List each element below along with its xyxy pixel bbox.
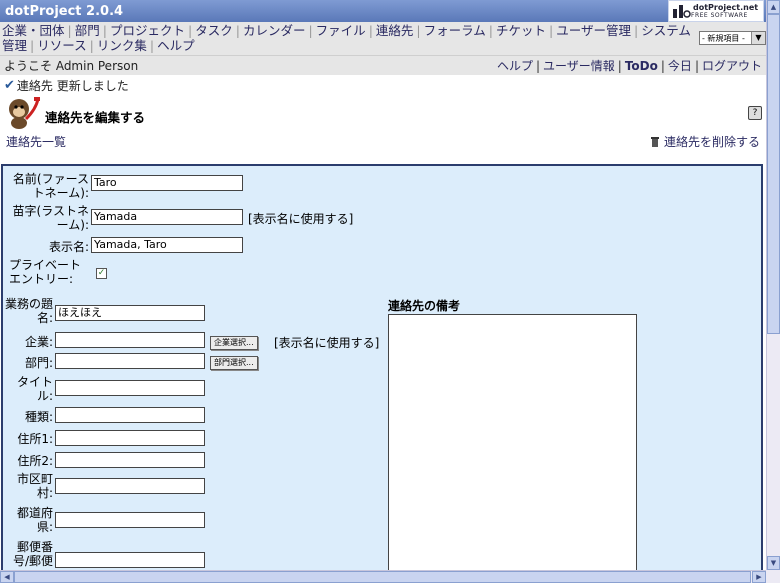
job-title-label: 業務の題名: [5,297,54,325]
main-nav: 企業・団体 | 部門 | プロジェクト | タスク | カレンダー | ファイル | 連絡先 | フォーラム… [0,22,766,56]
nav-item-companies[interactable]: 企業・団体 [2,23,65,38]
department-label: 部門: [24,356,53,370]
contacts-list-link[interactable]: 連絡先一覧 [6,133,66,150]
notes-textarea[interactable] [388,314,637,570]
nav-menu: 企業・団体 | 部門 | プロジェクト | タスク | カレンダー | ファイル | 連絡先 | フォーラム… [2,23,691,53]
city-label: 市区町村: [16,472,53,500]
welcome-text: ようこそ Admin Person [4,59,139,73]
company-label: 企業: [24,335,53,349]
vertical-scroll-thumb[interactable] [767,14,780,334]
help-link[interactable]: ヘルプ [497,59,533,73]
page-title: 連絡先を編集する [45,110,146,125]
state-input[interactable] [55,512,205,528]
checkmark-icon: ✔ [4,77,15,93]
status-message: ✔ 連絡先 更新しました [0,75,766,95]
todo-link[interactable]: ToDo [625,59,658,73]
scroll-left-icon[interactable]: ◀ [0,571,14,583]
state-label: 都道府県: [16,506,53,534]
title-input[interactable] [55,380,205,396]
zip-input[interactable] [55,552,205,568]
logout-link[interactable]: ログアウト [702,59,762,73]
select-company-button[interactable]: 企業選択... [210,336,258,350]
zip-label: 郵便番号/郵便 [12,540,53,568]
last-name-label: 苗字(ラストネーム): [12,204,89,232]
contact-edit-form: 名前(ファーストネーム): Taro 苗字(ラストネーム): Yamada [表… [1,164,763,570]
address2-label: 住所2: [17,454,53,468]
company-input[interactable] [55,332,205,348]
use-as-display-name-link[interactable]: [表示名に使用する] [248,210,353,227]
brand-name: dotProject.net [693,2,759,12]
nav-item-files[interactable]: ファイル [316,23,366,38]
last-name-input[interactable]: Yamada [91,209,243,225]
vertical-scrollbar[interactable]: ▲ ▼ [766,0,780,570]
type-input[interactable] [55,407,205,423]
first-name-label: 名前(ファーストネーム): [12,172,89,200]
brand-subtitle: FREE SOFTWARE [691,11,748,19]
dotproject-logo-icon [673,5,691,18]
scroll-down-icon[interactable]: ▼ [767,556,780,570]
display-name-input[interactable]: Yamada, Taro [91,237,243,253]
scroll-up-icon[interactable]: ▲ [767,0,780,14]
horizontal-scrollbar[interactable]: ◀ ▶ [0,570,766,583]
type-label: 種類: [24,410,53,424]
job-title-input[interactable]: ほえほえ [55,305,205,321]
delete-contact-label: 連絡先を削除する [663,135,760,149]
company-use-as-display-name-link[interactable]: [表示名に使用する] [274,334,379,351]
help-icon[interactable]: ? [748,106,762,120]
address2-input[interactable] [55,452,205,468]
private-entry-checkbox[interactable]: ✓ [96,268,107,279]
scrollbar-corner [766,570,780,583]
action-links: 連絡先一覧 連絡先を削除する [0,131,766,152]
monkey-phone-icon [9,97,40,129]
brand-logo[interactable]: dotProject.net FREE SOFTWARE [668,0,764,22]
department-input[interactable] [55,353,205,369]
user-info-link[interactable]: ユーザー情報 [543,59,615,73]
nav-item-help[interactable]: ヘルプ [157,38,195,53]
delete-contact-link[interactable]: 連絡先を削除する [650,133,760,150]
nav-item-user-admin[interactable]: ユーザー管理 [556,23,631,38]
nav-item-links[interactable]: リンク集 [97,38,147,53]
nav-item-resources[interactable]: リソース [37,38,86,53]
city-input[interactable] [55,478,205,494]
nav-item-departments[interactable]: 部門 [75,23,100,38]
page: dotProject 2.0.4 dotProject.net FREE SOF… [0,0,766,570]
nav-item-contacts[interactable]: 連絡先 [376,23,414,38]
status-text: 連絡先 更新しました [16,78,129,93]
scroll-right-icon[interactable]: ▶ [752,571,766,583]
nav-item-forums[interactable]: フォーラム [424,23,486,38]
chevron-down-icon: ▼ [751,32,765,44]
nav-item-calendar[interactable]: カレンダー [243,23,306,38]
address1-label: 住所1: [17,432,53,446]
new-item-select-value: - 新規項目 - [702,34,745,43]
first-name-input[interactable]: Taro [91,175,243,191]
address1-input[interactable] [55,430,205,446]
title-label: タイトル: [16,375,53,403]
nav-item-projects[interactable]: プロジェクト [110,23,185,38]
nav-item-tasks[interactable]: タスク [195,23,233,38]
trash-icon [650,137,659,147]
select-department-button[interactable]: 部門選択... [210,356,258,370]
display-name-label: 表示名: [48,240,89,254]
welcome-bar: ようこそ Admin Person ヘルプ | ユーザー情報 | ToDo | 今日 | ログア… [0,56,766,75]
nav-item-tickets[interactable]: チケット [496,23,546,38]
app-title: dotProject 2.0.4 [5,3,124,19]
horizontal-scroll-thumb[interactable] [14,571,751,583]
title-bar: dotProject 2.0.4 dotProject.net FREE SOF… [0,0,766,22]
notes-title: 連絡先の備考 [388,299,461,313]
top-links: ヘルプ | ユーザー情報 | ToDo | 今日 | ログアウト [496,59,762,73]
today-link[interactable]: 今日 [668,59,692,73]
page-title-area: 連絡先を編集する ? [0,95,766,131]
private-entry-label: プライベートエントリー: [9,258,82,286]
new-item-select[interactable]: - 新規項目 - ▼ [699,31,766,45]
